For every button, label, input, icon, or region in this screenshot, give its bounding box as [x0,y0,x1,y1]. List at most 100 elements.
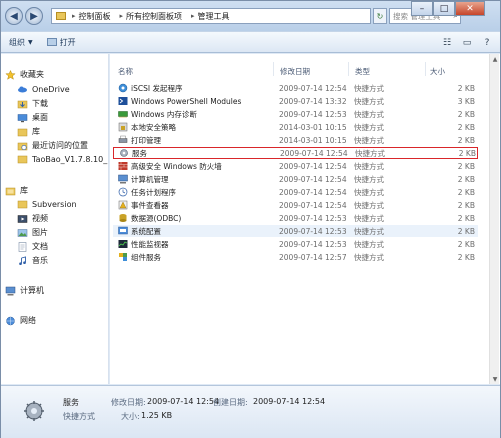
sidebar-item-onedrive[interactable]: OneDrive [17,84,70,94]
close-button[interactable]: ✕ [455,1,485,16]
sidebar-item-label: 视频 [32,214,48,223]
file-size: 2 KB [457,226,475,236]
sidebar-network[interactable]: 网络 [5,315,36,326]
sidebar-item-desktop[interactable]: 桌面 [17,112,48,123]
details-modified: 2009-07-14 12:54 [147,397,220,406]
file-type: 快捷方式 [354,96,384,106]
file-name: 任务计划程序 [131,187,176,197]
preview-pane-icon[interactable]: ▭ [460,36,474,50]
file-type: 快捷方式 [354,161,384,171]
back-button[interactable]: ◀ [5,7,23,25]
column-header-date[interactable]: 修改日期 [280,66,310,77]
vertical-scrollbar[interactable]: ▲ ▼ [489,54,499,384]
powershell-icon [118,97,128,105]
table-row[interactable]: 打印管理 2014-03-01 10:15 快捷方式 2 KB [113,134,478,146]
help-icon[interactable]: ? [480,36,494,50]
services-gear-icon [120,149,128,157]
table-row[interactable]: 计算机管理 2009-07-14 12:54 快捷方式 2 KB [113,173,478,185]
library-icon [5,187,16,195]
column-header-size[interactable]: 大小 [430,66,445,77]
file-date: 2009-07-14 12:54 [279,83,347,93]
explorer-window: ◀ ▶ ▸ 控制面板 ▸ 所有控制面板项 ▸ 管理工具 ↻ 搜索 管理工具 ⌕ … [0,0,501,438]
table-row[interactable]: 任务计划程序 2009-07-14 12:54 快捷方式 2 KB [113,186,478,198]
column-header-type[interactable]: 类型 [355,66,370,77]
sidebar-item-downloads[interactable]: 下载 [17,98,48,109]
library-icon [17,200,28,209]
security-policy-icon [118,122,128,132]
chevron-right-icon[interactable]: ▸ [191,12,195,20]
chevron-right-icon[interactable]: ▸ [72,12,76,20]
open-button[interactable]: 打开 [46,37,76,48]
table-row[interactable]: 系统配置 2009-07-14 12:53 快捷方式 2 KB [113,225,478,237]
file-type: 快捷方式 [354,213,384,223]
file-size: 2 KB [457,252,475,262]
file-date: 2009-07-14 12:53 [279,226,347,236]
table-row[interactable]: 本地安全策略 2014-03-01 10:15 快捷方式 2 KB [113,121,478,133]
sidebar-item-recent[interactable]: 最近访问的位置 [17,140,88,151]
sidebar-item-library[interactable]: 库 [17,126,40,137]
column-divider[interactable] [348,62,349,76]
file-size: 2 KB [457,213,475,223]
chevron-down-icon: ▼ [28,38,33,46]
breadcrumb-control-panel[interactable]: 控制面板 [79,11,111,22]
view-options-icon[interactable]: ☷ [440,36,454,50]
scroll-down-icon[interactable]: ▼ [490,374,500,384]
address-bar[interactable]: ▸ 控制面板 ▸ 所有控制面板项 ▸ 管理工具 [51,8,371,24]
column-divider[interactable] [273,62,274,76]
column-divider[interactable] [425,62,426,76]
sidebar-item-documents[interactable]: 文档 [17,241,48,252]
sidebar-item-subversion[interactable]: Subversion [17,199,77,209]
file-date: 2009-07-14 12:53 [279,213,347,223]
picture-icon [17,228,28,237]
sidebar-item-videos[interactable]: 视频 [17,213,48,224]
sidebar-libraries[interactable]: 库 [5,185,28,196]
table-row[interactable]: 高级安全 Windows 防火墙 2009-07-14 12:54 快捷方式 2… [113,160,478,172]
file-type: 快捷方式 [354,83,384,93]
minimize-button[interactable]: – [411,1,433,16]
file-size: 2 KB [457,187,475,197]
breadcrumb-admin-tools[interactable]: 管理工具 [198,11,230,22]
column-header-name[interactable]: 名称 [118,66,133,77]
organize-button[interactable]: 组织 ▼ [9,37,33,48]
table-row-selected[interactable]: 服务 2009-07-14 12:54 快捷方式 2 KB [113,147,478,159]
sidebar-favorites[interactable]: 收藏夹 [5,69,44,80]
forward-button[interactable]: ▶ [25,7,43,25]
table-row[interactable]: Windows 内存诊断 2009-07-14 12:53 快捷方式 2 KB [113,108,478,120]
sidebar-computer[interactable]: 计算机 [5,285,44,296]
sidebar-item-music[interactable]: 音乐 [17,255,48,266]
file-type: 快捷方式 [354,109,384,119]
refresh-button[interactable]: ↻ [373,8,387,24]
file-date: 2009-07-14 12:54 [279,187,347,197]
table-row[interactable]: Windows PowerShell Modules 2009-07-14 13… [113,95,478,107]
sidebar-item-label: 桌面 [32,113,48,122]
table-row[interactable]: 事件查看器 2009-07-14 12:54 快捷方式 2 KB [113,199,478,211]
component-services-icon [119,253,127,261]
file-size: 2 KB [457,83,475,93]
music-icon [19,255,26,265]
table-row[interactable]: iSCSI 发起程序 2009-07-14 12:54 快捷方式 2 KB [113,82,478,94]
sidebar-item-pictures[interactable]: 图片 [17,227,48,238]
sidebar-item-taobao[interactable]: TaoBao_V1.7.8.10_ [17,154,107,164]
title-bar: ◀ ▶ ▸ 控制面板 ▸ 所有控制面板项 ▸ 管理工具 ↻ 搜索 管理工具 ⌕ … [1,1,500,31]
download-folder-icon [17,100,28,108]
scroll-up-icon[interactable]: ▲ [490,54,500,64]
sidebar-libraries-label: 库 [20,186,28,195]
file-type: 快捷方式 [354,200,384,210]
maximize-button[interactable]: □ [433,1,455,16]
breadcrumb-all-items[interactable]: 所有控制面板项 [126,11,182,22]
table-row[interactable]: 数据源(ODBC) 2009-07-14 12:53 快捷方式 2 KB [113,212,478,224]
file-name: 性能监视器 [131,239,169,249]
computer-management-icon [118,174,128,184]
table-row[interactable]: 性能监视器 2009-07-14 12:53 快捷方式 2 KB [113,238,478,250]
file-size: 2 KB [457,161,475,171]
file-size: 2 KB [457,135,475,145]
sidebar-item-label: 音乐 [32,256,48,265]
details-created-label: 创建日期: [213,398,248,407]
table-row[interactable]: 组件服务 2009-07-14 12:57 快捷方式 2 KB [113,251,478,263]
chevron-right-icon[interactable]: ▸ [120,12,124,20]
sidebar-item-label: 最近访问的位置 [32,141,88,150]
performance-monitor-icon [118,240,128,248]
sidebar-item-label: Subversion [32,199,77,209]
details-name: 服务 [63,398,79,407]
file-name: 事件查看器 [131,200,169,210]
